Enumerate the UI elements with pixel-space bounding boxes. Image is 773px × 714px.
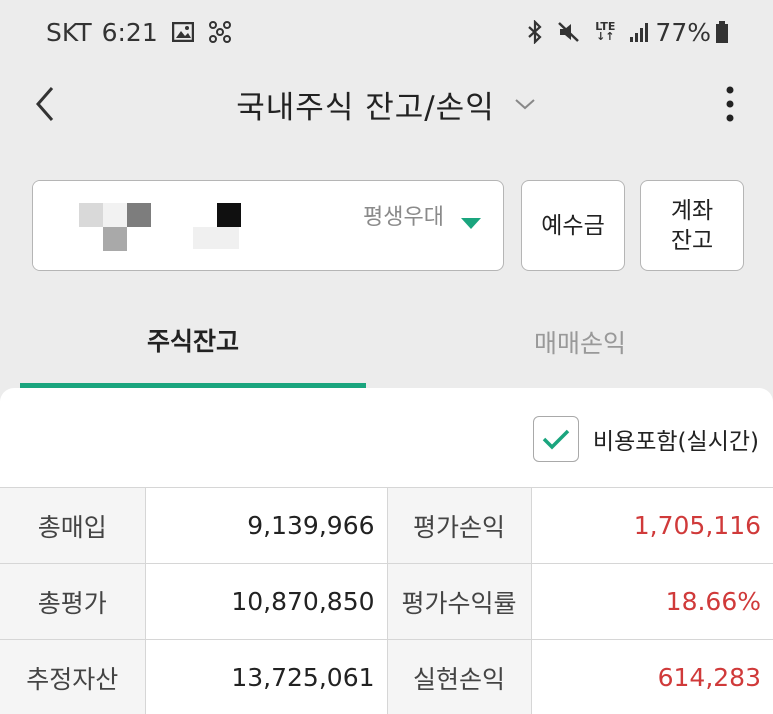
caret-down-icon xyxy=(461,218,481,229)
realized-profit-value: 614,283 xyxy=(531,639,773,714)
battery-percent: 77% xyxy=(655,17,711,47)
account-balance-label-line1: 계좌 xyxy=(670,197,714,224)
carrier-label: SKT xyxy=(46,17,92,47)
table-row: 총평가 10,870,850 평가수익률 18.66% xyxy=(0,563,773,640)
network-type-text: LTE xyxy=(595,20,616,33)
page-title: 국내주식 잔고/손익 xyxy=(236,89,495,126)
account-number-masked xyxy=(33,181,308,270)
balance-summary-table: 총매입 9,139,966 평가손익 1,705,116 총평가 10,870,… xyxy=(0,487,773,714)
app-header: 국내주식 잔고/손익 xyxy=(0,64,773,144)
status-bar: SKT 6:21 LTE ↓↑ 77% xyxy=(0,0,773,64)
estimated-assets-label: 추정자산 xyxy=(0,639,146,714)
chevron-down-icon xyxy=(515,99,535,110)
total-valuation-label: 총평가 xyxy=(0,563,146,640)
return-rate-value: 18.66% xyxy=(531,563,773,640)
title-dropdown[interactable]: 국내주식 잔고/손익 xyxy=(0,64,773,144)
tab-bar: 주식잔고 매매손익 xyxy=(0,296,773,388)
total-purchase-value: 9,139,966 xyxy=(145,487,388,564)
tab-trade-profit[interactable]: 매매손익 xyxy=(390,296,770,388)
account-balance-button[interactable]: 계좌 잔고 xyxy=(640,180,744,271)
account-type-label: 평생우대 xyxy=(363,205,444,230)
status-bar-left: SKT 6:21 xyxy=(46,18,232,47)
more-menu-button[interactable] xyxy=(718,82,742,126)
table-row: 추정자산 13,725,061 실현손익 614,283 xyxy=(0,639,773,714)
app-notification-icon xyxy=(208,20,232,44)
return-rate-label: 평가수익률 xyxy=(387,563,532,640)
tab-trade-profit-label: 매매손익 xyxy=(533,329,626,358)
battery-icon xyxy=(715,20,729,44)
estimated-assets-value: 13,725,061 xyxy=(145,639,388,714)
deposit-button[interactable]: 예수금 xyxy=(521,180,625,271)
bluetooth-icon xyxy=(527,20,543,44)
more-vertical-icon xyxy=(726,86,734,122)
realized-profit-label: 실현손익 xyxy=(387,639,532,714)
status-bar-right: LTE ↓↑ 77% xyxy=(527,18,729,47)
gallery-notification-icon xyxy=(171,22,194,42)
valuation-profit-value: 1,705,116 xyxy=(531,487,773,564)
total-purchase-label: 총매입 xyxy=(0,487,146,564)
tab-stock-balance[interactable]: 주식잔고 xyxy=(20,296,366,388)
tab-stock-balance-label: 주식잔고 xyxy=(146,326,239,356)
valuation-profit-label: 평가손익 xyxy=(387,487,532,564)
deposit-button-label: 예수금 xyxy=(541,212,605,239)
network-type-label: LTE ↓↑ xyxy=(595,20,616,43)
total-valuation-value: 10,870,850 xyxy=(145,563,388,640)
account-balance-label-line2: 잔고 xyxy=(670,227,714,254)
clock: 6:21 xyxy=(101,17,158,47)
include-cost-label: 비용포함(실시간) xyxy=(592,429,759,455)
include-cost-checkbox[interactable] xyxy=(532,416,579,462)
mute-icon xyxy=(557,20,581,44)
table-row: 총매입 9,139,966 평가손익 1,705,116 xyxy=(0,487,773,564)
account-selector[interactable]: 평생우대 xyxy=(32,180,504,271)
signal-icon xyxy=(629,21,649,43)
checkmark-icon xyxy=(542,429,570,450)
include-cost-toggle[interactable]: 비용포함(실시간) xyxy=(532,416,759,462)
